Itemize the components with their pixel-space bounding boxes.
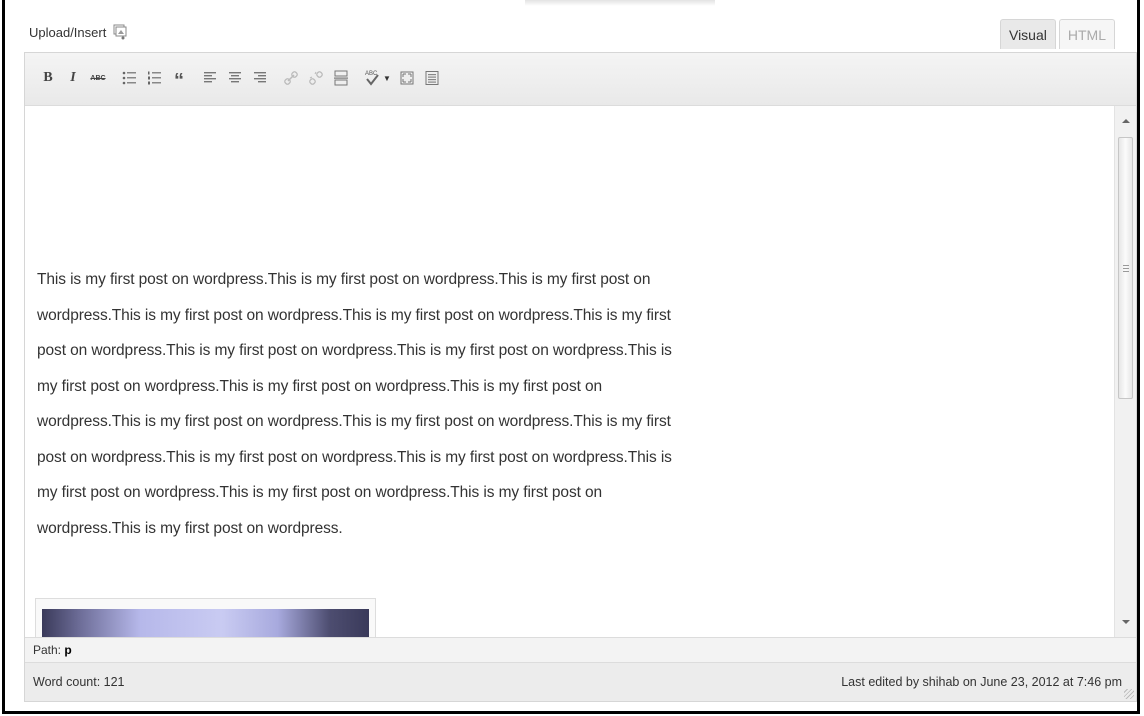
scroll-grip-icon bbox=[1123, 263, 1129, 274]
path-bar: Path: p bbox=[25, 637, 1136, 662]
bullet-list-icon bbox=[122, 71, 136, 85]
post-image-preview bbox=[42, 609, 369, 637]
strikethrough-icon: ABC bbox=[90, 74, 106, 82]
more-tag-icon bbox=[334, 70, 348, 86]
kitchen-sink-button[interactable] bbox=[421, 67, 443, 89]
link-icon bbox=[284, 71, 298, 85]
media-gallery-icon[interactable] bbox=[112, 24, 128, 40]
align-center-icon bbox=[229, 72, 241, 83]
path-label: Path: bbox=[33, 643, 62, 657]
editor-box: B I ABC “ ABC ▼ This is my first post on… bbox=[24, 52, 1137, 702]
scroll-up-arrow-icon[interactable] bbox=[1115, 110, 1137, 132]
align-center-button[interactable] bbox=[224, 67, 246, 89]
align-left-button[interactable] bbox=[199, 67, 221, 89]
top-shadow bbox=[525, 0, 715, 6]
blockquote-button[interactable]: “ bbox=[168, 67, 190, 92]
upload-insert[interactable]: Upload/Insert bbox=[29, 24, 128, 40]
unlink-button[interactable] bbox=[305, 67, 327, 89]
formatting-toolbar: B I ABC “ ABC ▼ bbox=[25, 53, 1136, 106]
last-edited: Last edited by shihab on June 23, 2012 a… bbox=[841, 675, 1122, 689]
chevron-down-icon: ▼ bbox=[383, 73, 391, 83]
italic-button[interactable]: I bbox=[62, 67, 84, 89]
blockquote-icon: “ bbox=[174, 70, 184, 92]
align-right-icon bbox=[254, 72, 266, 83]
post-paragraph[interactable]: This is my first post on wordpress.This … bbox=[37, 262, 677, 546]
tab-html[interactable]: HTML bbox=[1058, 19, 1115, 49]
strikethrough-button[interactable]: ABC bbox=[87, 67, 109, 89]
spellcheck-button[interactable]: ABC ▼ bbox=[361, 67, 393, 89]
italic-icon: I bbox=[70, 70, 76, 85]
numbered-list-icon bbox=[148, 71, 161, 85]
kitchen-sink-icon bbox=[425, 71, 439, 85]
scroll-down-arrow-icon[interactable] bbox=[1115, 611, 1137, 633]
editor-tabs: Visual HTML bbox=[999, 19, 1115, 49]
insert-link-button[interactable] bbox=[280, 67, 302, 89]
numbered-list-button[interactable] bbox=[143, 67, 165, 89]
word-count: Word count: 121 bbox=[33, 675, 125, 689]
insert-more-tag-button[interactable] bbox=[330, 67, 352, 89]
unlink-icon bbox=[309, 71, 323, 85]
align-right-button[interactable] bbox=[249, 67, 271, 89]
fullscreen-icon bbox=[400, 71, 414, 85]
scroll-thumb[interactable] bbox=[1118, 137, 1133, 399]
editor-frame: Upload/Insert Visual HTML B I ABC “ ABC … bbox=[2, 0, 1140, 714]
align-left-icon bbox=[204, 72, 216, 83]
bold-button[interactable]: B bbox=[37, 67, 59, 89]
tab-visual[interactable]: Visual bbox=[999, 19, 1056, 49]
resize-handle-icon[interactable] bbox=[1124, 689, 1134, 699]
spellcheck-icon: ABC bbox=[365, 71, 379, 86]
bullet-list-button[interactable] bbox=[118, 67, 140, 89]
post-image[interactable] bbox=[35, 598, 376, 637]
bold-icon: B bbox=[43, 70, 53, 85]
fullscreen-button[interactable] bbox=[396, 67, 418, 89]
status-bar: Word count: 121 Last edited by shihab on… bbox=[25, 662, 1136, 701]
editor-content[interactable]: This is my first post on wordpress.This … bbox=[25, 106, 1112, 637]
editor-scrollbar[interactable] bbox=[1114, 106, 1136, 637]
upload-insert-label: Upload/Insert bbox=[29, 24, 107, 40]
path-element-p[interactable]: p bbox=[64, 643, 71, 657]
